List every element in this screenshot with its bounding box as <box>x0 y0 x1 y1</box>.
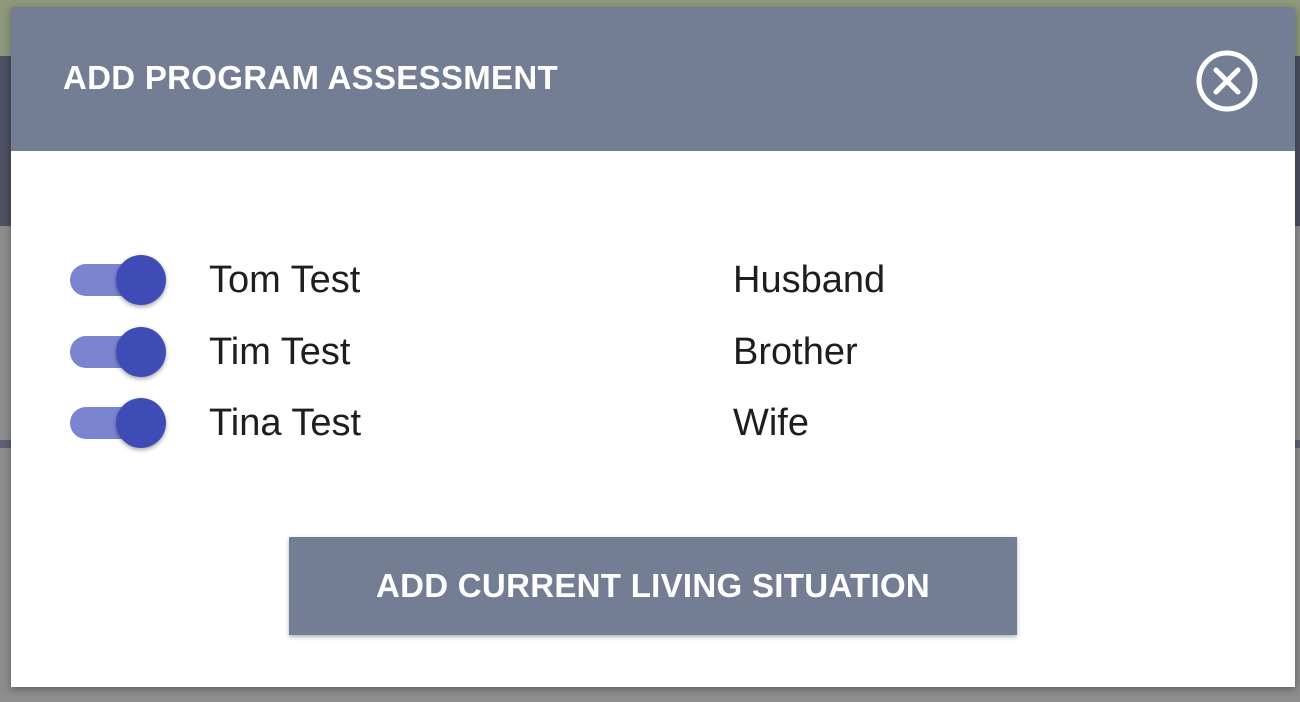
member-name: Tom Test <box>209 259 361 301</box>
member-relation: Wife <box>733 402 809 444</box>
member-toggle[interactable] <box>70 327 166 377</box>
member-toggle[interactable] <box>70 255 166 305</box>
toggle-thumb <box>116 255 166 305</box>
member-name: Tim Test <box>209 331 351 373</box>
close-button[interactable] <box>1195 49 1259 113</box>
close-circle-icon <box>1196 50 1258 112</box>
member-relation: Husband <box>733 259 886 301</box>
member-relation: Brother <box>733 331 858 373</box>
member-row: Tom Test Husband <box>11 249 1295 309</box>
member-row: Tim Test Brother <box>11 321 1295 381</box>
modal-title: ADD PROGRAM ASSESSMENT <box>63 59 558 96</box>
toggle-thumb <box>116 398 166 448</box>
toggle-thumb <box>116 327 166 377</box>
member-toggle[interactable] <box>70 398 166 448</box>
member-row: Tina Test Wife <box>11 392 1295 452</box>
member-name: Tina Test <box>209 402 362 444</box>
add-current-living-situation-button[interactable]: ADD CURRENT LIVING SITUATION <box>289 537 1017 635</box>
modal-header: ADD PROGRAM ASSESSMENT <box>11 7 1295 151</box>
add-program-assessment-modal: ADD PROGRAM ASSESSMENT Tom Test Husband … <box>11 7 1295 687</box>
